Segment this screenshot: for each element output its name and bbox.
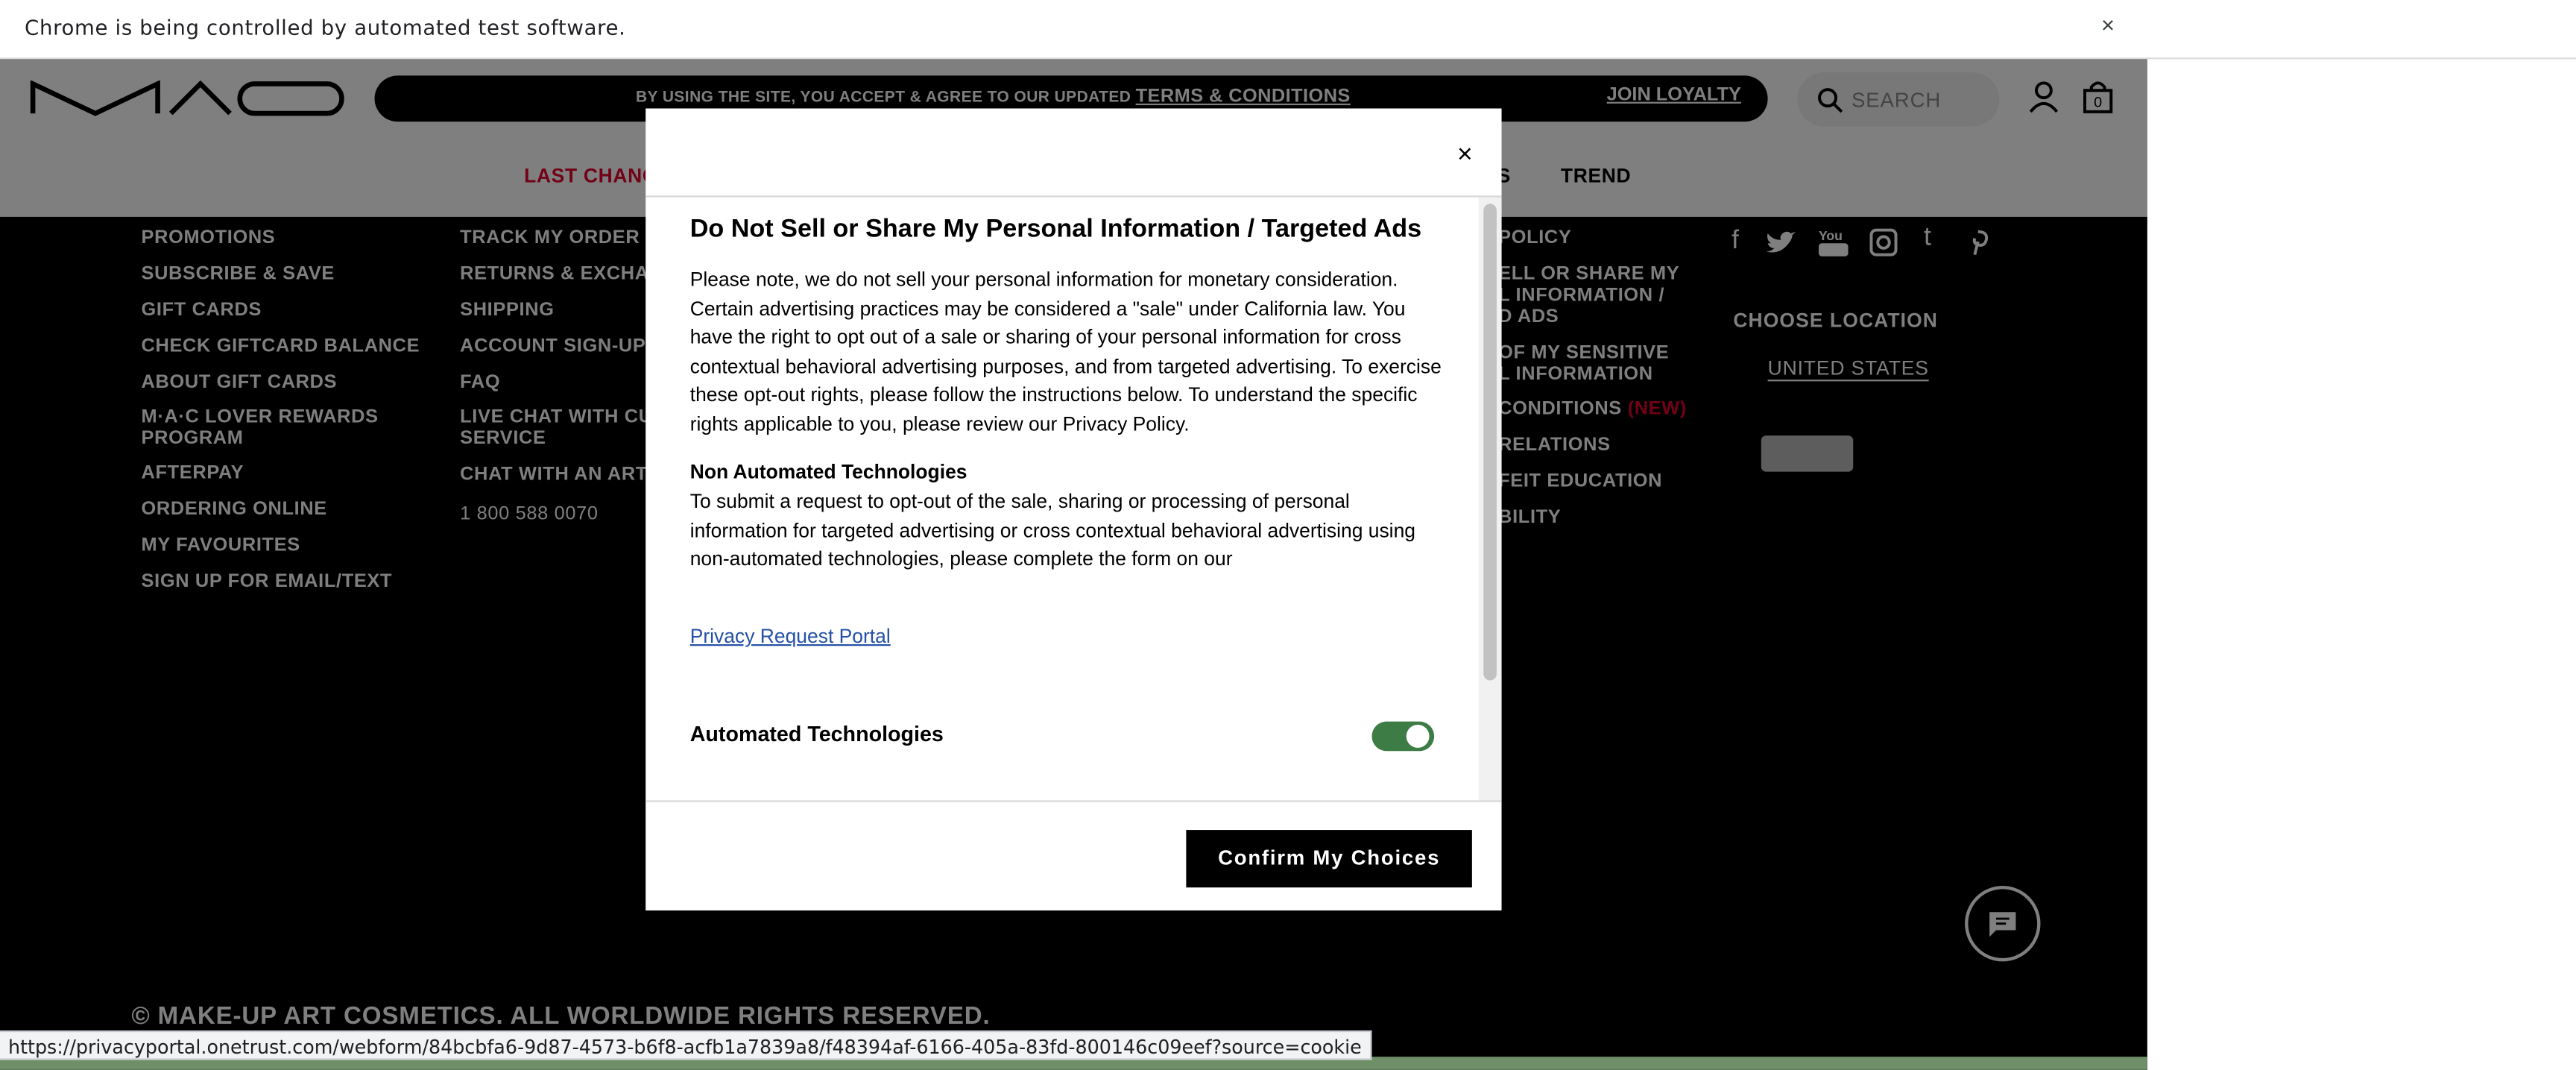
modal-close-button[interactable]: × (1457, 142, 1473, 171)
automation-infobar: Chrome is being controlled by automated … (0, 0, 2576, 60)
screen: Chrome is being controlled by automated … (0, 0, 2576, 1070)
automated-technologies-toggle[interactable] (1371, 721, 1435, 752)
modal-header-divider (645, 195, 1502, 198)
link-status-bubble: https://privacyportal.onetrust.com/webfo… (0, 1030, 1371, 1060)
modal-footer-divider (645, 800, 1502, 802)
automated-technologies-label: Automated Technologies (689, 721, 944, 746)
confirm-my-choices-button[interactable]: Confirm My Choices (1186, 830, 1472, 888)
modal-description: Please note, we do not sell your persona… (689, 268, 1442, 435)
modal-title: Do Not Sell or Share My Personal Informa… (689, 215, 1422, 244)
scrollbar-thumb[interactable] (1483, 204, 1497, 681)
infobar-message: Chrome is being controlled by automated … (25, 14, 626, 40)
privacy-request-portal-link[interactable]: Privacy Request Portal (690, 625, 891, 648)
non-automated-heading: Non Automated Technologies (689, 460, 967, 484)
toggle-knob (1406, 725, 1430, 748)
do-not-sell-modal: × Do Not Sell or Share My Personal Infor… (645, 108, 1502, 911)
non-automated-description: To submit a request to opt-out of the sa… (689, 489, 1416, 570)
infobar-close-button[interactable]: × (2101, 11, 2115, 37)
modal-scrollbar[interactable] (1478, 197, 1502, 802)
